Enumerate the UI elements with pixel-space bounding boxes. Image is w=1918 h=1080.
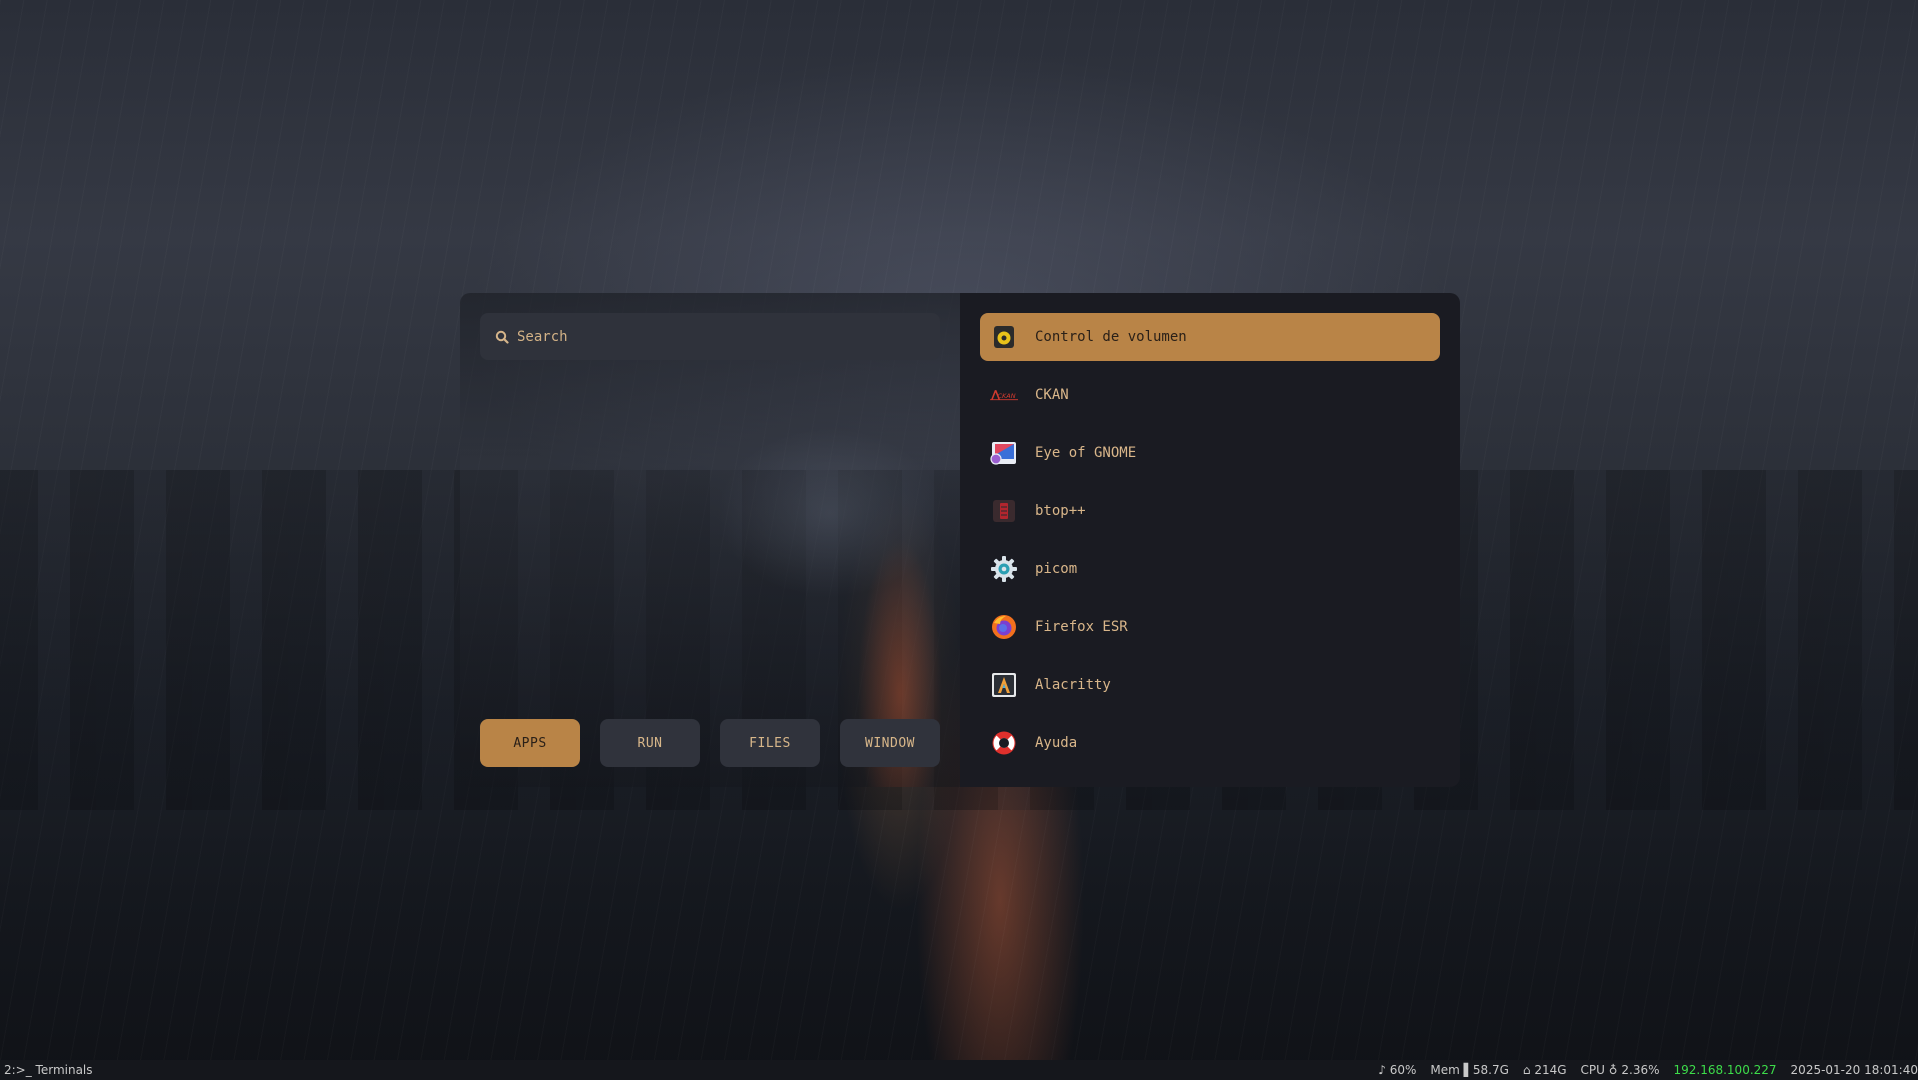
ckan-icon: CKAN — [990, 381, 1018, 409]
workspace-indicator[interactable]: 2:>_ Terminals — [4, 1063, 93, 1077]
btop-icon — [990, 497, 1018, 525]
cpu-widget: CPU ♁ 2.36% — [1580, 1063, 1660, 1077]
app-list-item[interactable]: picom — [980, 545, 1440, 593]
search-icon — [495, 330, 509, 344]
disk-widget: ⌂ 214G — [1522, 1063, 1567, 1077]
app-list-item[interactable]: CKAN CKAN — [980, 371, 1440, 419]
mode-run-button[interactable]: RUN — [600, 719, 700, 767]
app-list-item[interactable]: Control de volumen — [980, 313, 1440, 361]
lifebuoy-icon — [990, 729, 1018, 757]
search-input[interactable] — [517, 328, 917, 345]
clock: 2025-01-20 18:01:40 — [1790, 1063, 1918, 1077]
mode-apps-button[interactable]: APPS — [480, 719, 580, 767]
launcher-left-pane: APPS RUN FILES WINDOW — [460, 293, 960, 787]
terminal-icon — [990, 671, 1018, 699]
app-label: Firefox ESR — [1035, 619, 1128, 635]
app-list-item[interactable]: btop++ — [980, 487, 1440, 535]
ip-address: 192.168.100.227 — [1673, 1063, 1777, 1077]
app-label: Control de volumen — [1035, 329, 1187, 345]
app-label: CKAN — [1035, 387, 1069, 403]
memory-widget: Mem ▌58.7G — [1430, 1063, 1509, 1077]
volume-widget[interactable]: ♪ 60% — [1378, 1063, 1416, 1077]
gear-icon — [990, 555, 1018, 583]
app-label: picom — [1035, 561, 1078, 577]
app-label: btop++ — [1035, 503, 1086, 519]
app-list-item[interactable]: Eye of GNOME — [980, 429, 1440, 477]
app-launcher: APPS RUN FILES WINDOW Control de volumen… — [460, 293, 1460, 787]
search-box[interactable] — [480, 313, 940, 360]
image-viewer-icon — [990, 439, 1018, 467]
status-widgets: ♪ 60% Mem ▌58.7G ⌂ 214G CPU ♁ 2.36% 192.… — [1378, 1063, 1918, 1077]
app-list: Control de volumen CKAN CKAN Eye of GNOM… — [960, 293, 1460, 787]
mode-switcher: APPS RUN FILES WINDOW — [480, 719, 940, 767]
app-list-item[interactable]: Firefox ESR — [980, 603, 1440, 651]
launcher-background-image — [460, 293, 960, 787]
mode-files-button[interactable]: FILES — [720, 719, 820, 767]
app-label: Alacritty — [1035, 677, 1111, 693]
mode-window-button[interactable]: WINDOW — [840, 719, 940, 767]
speaker-icon — [990, 323, 1018, 351]
svg-text:CKAN: CKAN — [997, 392, 1015, 400]
status-bar: 2:>_ Terminals ♪ 60% Mem ▌58.7G ⌂ 214G C… — [0, 1060, 1918, 1080]
app-list-item[interactable]: Ayuda — [980, 719, 1440, 767]
app-label: Ayuda — [1035, 735, 1078, 751]
firefox-icon — [990, 613, 1018, 641]
app-label: Eye of GNOME — [1035, 445, 1137, 461]
app-list-item[interactable]: Alacritty — [980, 661, 1440, 709]
